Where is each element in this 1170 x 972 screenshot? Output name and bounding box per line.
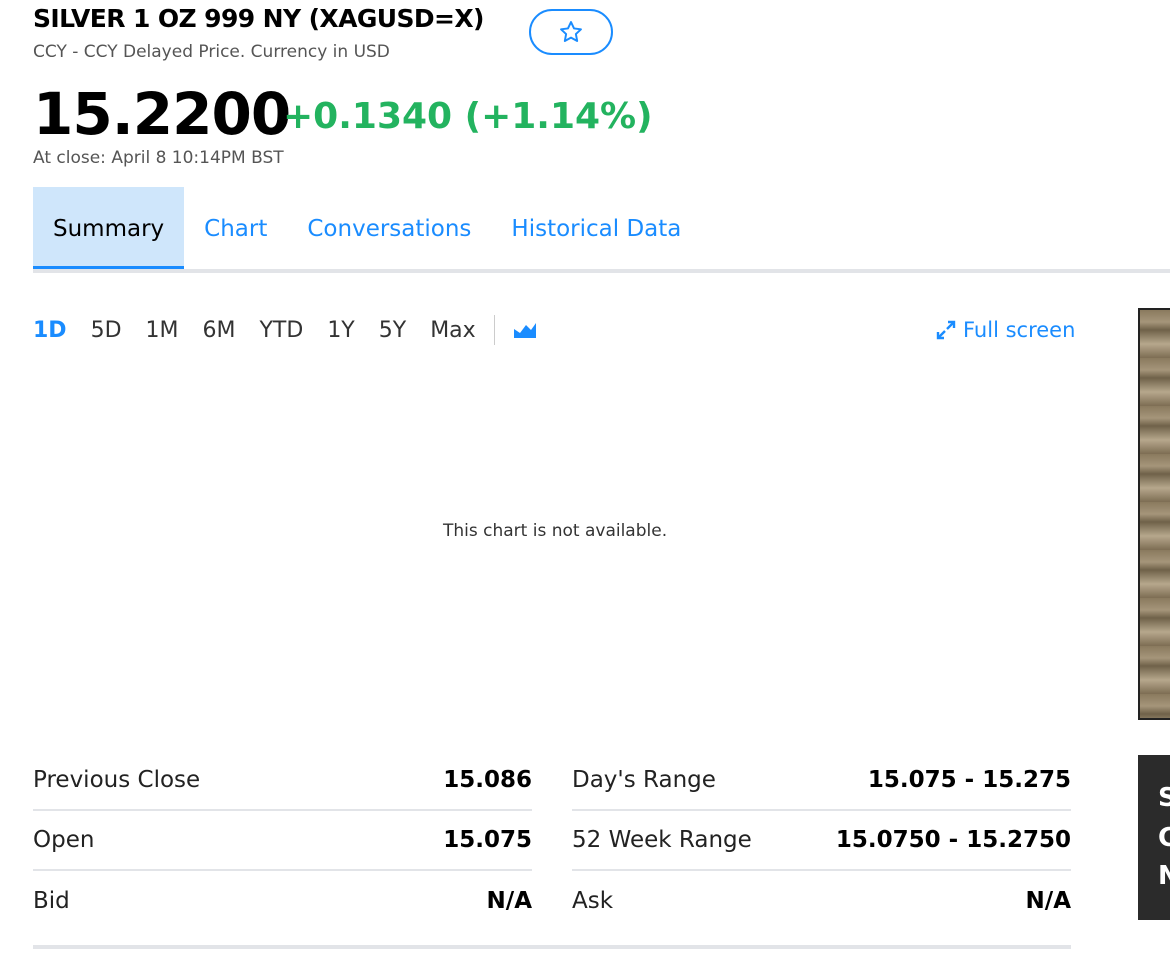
fullscreen-button[interactable]: Full screen — [935, 318, 1075, 342]
ad-banner[interactable]: S C N — [1138, 755, 1170, 920]
stat-row-52-week-range: 52 Week Range 15.0750 - 15.2750 — [572, 811, 1071, 871]
quote-subtitle: CCY - CCY Delayed Price. Currency in USD — [33, 42, 390, 62]
range-5d[interactable]: 5D — [91, 318, 122, 343]
stat-value: 15.075 - 15.275 — [867, 767, 1071, 793]
stat-value: N/A — [486, 888, 532, 914]
range-6m[interactable]: 6M — [203, 318, 236, 343]
stat-label: Day's Range — [572, 767, 716, 793]
range-max[interactable]: Max — [430, 318, 475, 343]
chart-type-button[interactable] — [513, 320, 537, 340]
stat-value: 15.086 — [443, 767, 532, 793]
toolbar-divider — [493, 315, 495, 345]
range-1m[interactable]: 1M — [146, 318, 179, 343]
expand-icon — [936, 320, 956, 340]
quote-stats-right: Day's Range 15.075 - 15.275 52 Week Rang… — [572, 751, 1071, 931]
stat-label: Open — [33, 827, 95, 853]
ad-text: S — [1158, 783, 1170, 813]
fullscreen-label: Full screen — [963, 318, 1076, 342]
stat-label: Ask — [572, 888, 614, 914]
range-5y[interactable]: 5Y — [379, 318, 406, 343]
stat-value: 15.075 — [443, 827, 532, 853]
stat-row-bid: Bid N/A — [33, 871, 532, 931]
tab-conversations[interactable]: Conversations — [287, 187, 491, 271]
stat-value: N/A — [1025, 888, 1071, 914]
stat-label: Bid — [33, 888, 70, 914]
ad-image[interactable] — [1138, 308, 1170, 720]
stats-divider — [33, 945, 1071, 949]
chart-unavailable-message: This chart is not available. — [443, 521, 668, 541]
area-chart-icon — [513, 323, 536, 338]
stat-row-ask: Ask N/A — [572, 871, 1071, 931]
tabs-divider — [33, 269, 1170, 273]
stat-row-days-range: Day's Range 15.075 - 15.275 — [572, 751, 1071, 811]
range-1d[interactable]: 1D — [33, 318, 67, 343]
range-ytd[interactable]: YTD — [259, 318, 303, 343]
stat-row-previous-close: Previous Close 15.086 — [33, 751, 532, 811]
stat-label: Previous Close — [33, 767, 201, 793]
star-icon — [560, 21, 582, 42]
tab-summary[interactable]: Summary — [33, 187, 185, 271]
price-change: +0.1340 (+1.14%) — [283, 96, 653, 137]
tab-chart[interactable]: Chart — [184, 187, 287, 271]
close-time: At close: April 8 10:14PM BST — [33, 148, 284, 168]
ad-text: N — [1158, 861, 1170, 891]
stat-value: 15.0750 - 15.2750 — [835, 827, 1071, 853]
ad-text: C — [1158, 823, 1170, 853]
quote-title: SILVER 1 OZ 999 NY (XAGUSD=X) — [33, 4, 484, 33]
quote-tabs: Summary Chart Conversations Historical D… — [33, 187, 701, 271]
chart-range-selector: 1D 5D 1M 6M YTD 1Y 5Y Max — [33, 312, 537, 348]
tab-historical-data[interactable]: Historical Data — [491, 187, 701, 271]
range-1y[interactable]: 1Y — [327, 318, 354, 343]
stat-label: 52 Week Range — [572, 827, 752, 853]
watchlist-star-button[interactable] — [529, 9, 613, 55]
stat-row-open: Open 15.075 — [33, 811, 532, 871]
quote-stats-left: Previous Close 15.086 Open 15.075 Bid N/… — [33, 751, 532, 931]
current-price: 15.2200 — [33, 80, 291, 148]
